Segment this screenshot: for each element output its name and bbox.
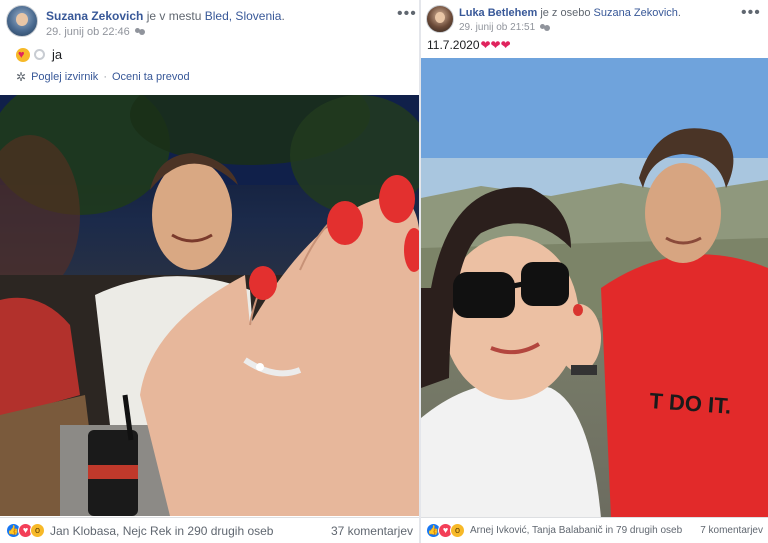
- post-meta: 29. junij ob 22:46: [46, 26, 146, 38]
- post-text-content: ja: [52, 47, 63, 62]
- post-header: Suzana Zekovich je v mestu Bled, Sloveni…: [46, 9, 285, 23]
- reactions-bar: 👍 ♥ o Arnej Ivković, Tanja Balabanič in …: [421, 517, 768, 543]
- location-prefix: je v mestu: [146, 9, 202, 23]
- tagged-person-link[interactable]: Suzana Zekovich: [594, 7, 678, 19]
- wow-reaction-icon[interactable]: o: [30, 523, 45, 538]
- smiling-face-with-hearts-icon: [16, 47, 30, 62]
- timestamp-link[interactable]: 29. junij ob 21:51: [459, 22, 535, 33]
- reactions-bar: 👍 ♥ o Jan Klobasa, Nejc Rek in 290 drugi…: [0, 517, 419, 543]
- reaction-summary-link[interactable]: Jan Klobasa, Nejc Rek in 290 drugih oseb: [50, 524, 331, 538]
- ellipsis-icon[interactable]: •••: [741, 5, 761, 21]
- see-original-link[interactable]: Poglej izvirnik: [31, 71, 98, 83]
- post-text-content: 11.7.2020: [427, 38, 480, 52]
- reaction-summary-link[interactable]: Arnej Ivković, Tanja Balabanič in 79 dru…: [470, 525, 700, 536]
- engagement-ring-photo: [0, 95, 419, 516]
- rate-translation-link[interactable]: Oceni ta prevod: [112, 71, 190, 83]
- post-photo[interactable]: T DO IT.: [421, 58, 768, 518]
- post-photo[interactable]: [0, 95, 419, 516]
- friends-audience-icon[interactable]: [134, 28, 146, 36]
- friends-audience-icon[interactable]: [540, 23, 551, 32]
- comments-count-link[interactable]: 7 komentarjev: [700, 525, 763, 536]
- author-avatar[interactable]: [6, 5, 38, 37]
- author-name-link[interactable]: Suzana Zekovich: [46, 9, 143, 23]
- link-separator: ·: [103, 71, 107, 83]
- ring-icon: [34, 49, 45, 60]
- translation-controls: ✲ Poglej izvirnik · Oceni ta prevod: [16, 70, 190, 84]
- author-name-link[interactable]: Luka Betlehem: [459, 7, 537, 19]
- location-link[interactable]: Bled, Slovenia: [205, 9, 282, 23]
- location-suffix: .: [281, 9, 285, 23]
- post-header: Luka Betlehem je z osebo Suzana Zekovich…: [459, 7, 681, 19]
- tagged-prefix: je z osebo: [540, 7, 591, 19]
- post-meta: 29. junij ob 21:51: [459, 22, 551, 33]
- gear-icon[interactable]: ✲: [16, 70, 26, 84]
- timestamp-link[interactable]: 29. junij ob 22:46: [46, 26, 130, 38]
- ellipsis-icon[interactable]: •••: [397, 6, 417, 22]
- wow-reaction-icon[interactable]: o: [450, 523, 465, 538]
- couple-selfie-photo: T DO IT.: [421, 58, 768, 518]
- post-text: 11.7.2020 ❤❤❤: [427, 38, 511, 52]
- red-hearts-icon: ❤❤❤: [480, 38, 511, 52]
- post-right: Luka Betlehem je z osebo Suzana Zekovich…: [421, 0, 768, 543]
- tagged-suffix: .: [677, 7, 681, 19]
- comments-count-link[interactable]: 37 komentarjev: [331, 524, 413, 538]
- author-avatar[interactable]: [426, 5, 454, 33]
- post-text: ja: [16, 47, 62, 62]
- post-left: Suzana Zekovich je v mestu Bled, Sloveni…: [0, 0, 419, 543]
